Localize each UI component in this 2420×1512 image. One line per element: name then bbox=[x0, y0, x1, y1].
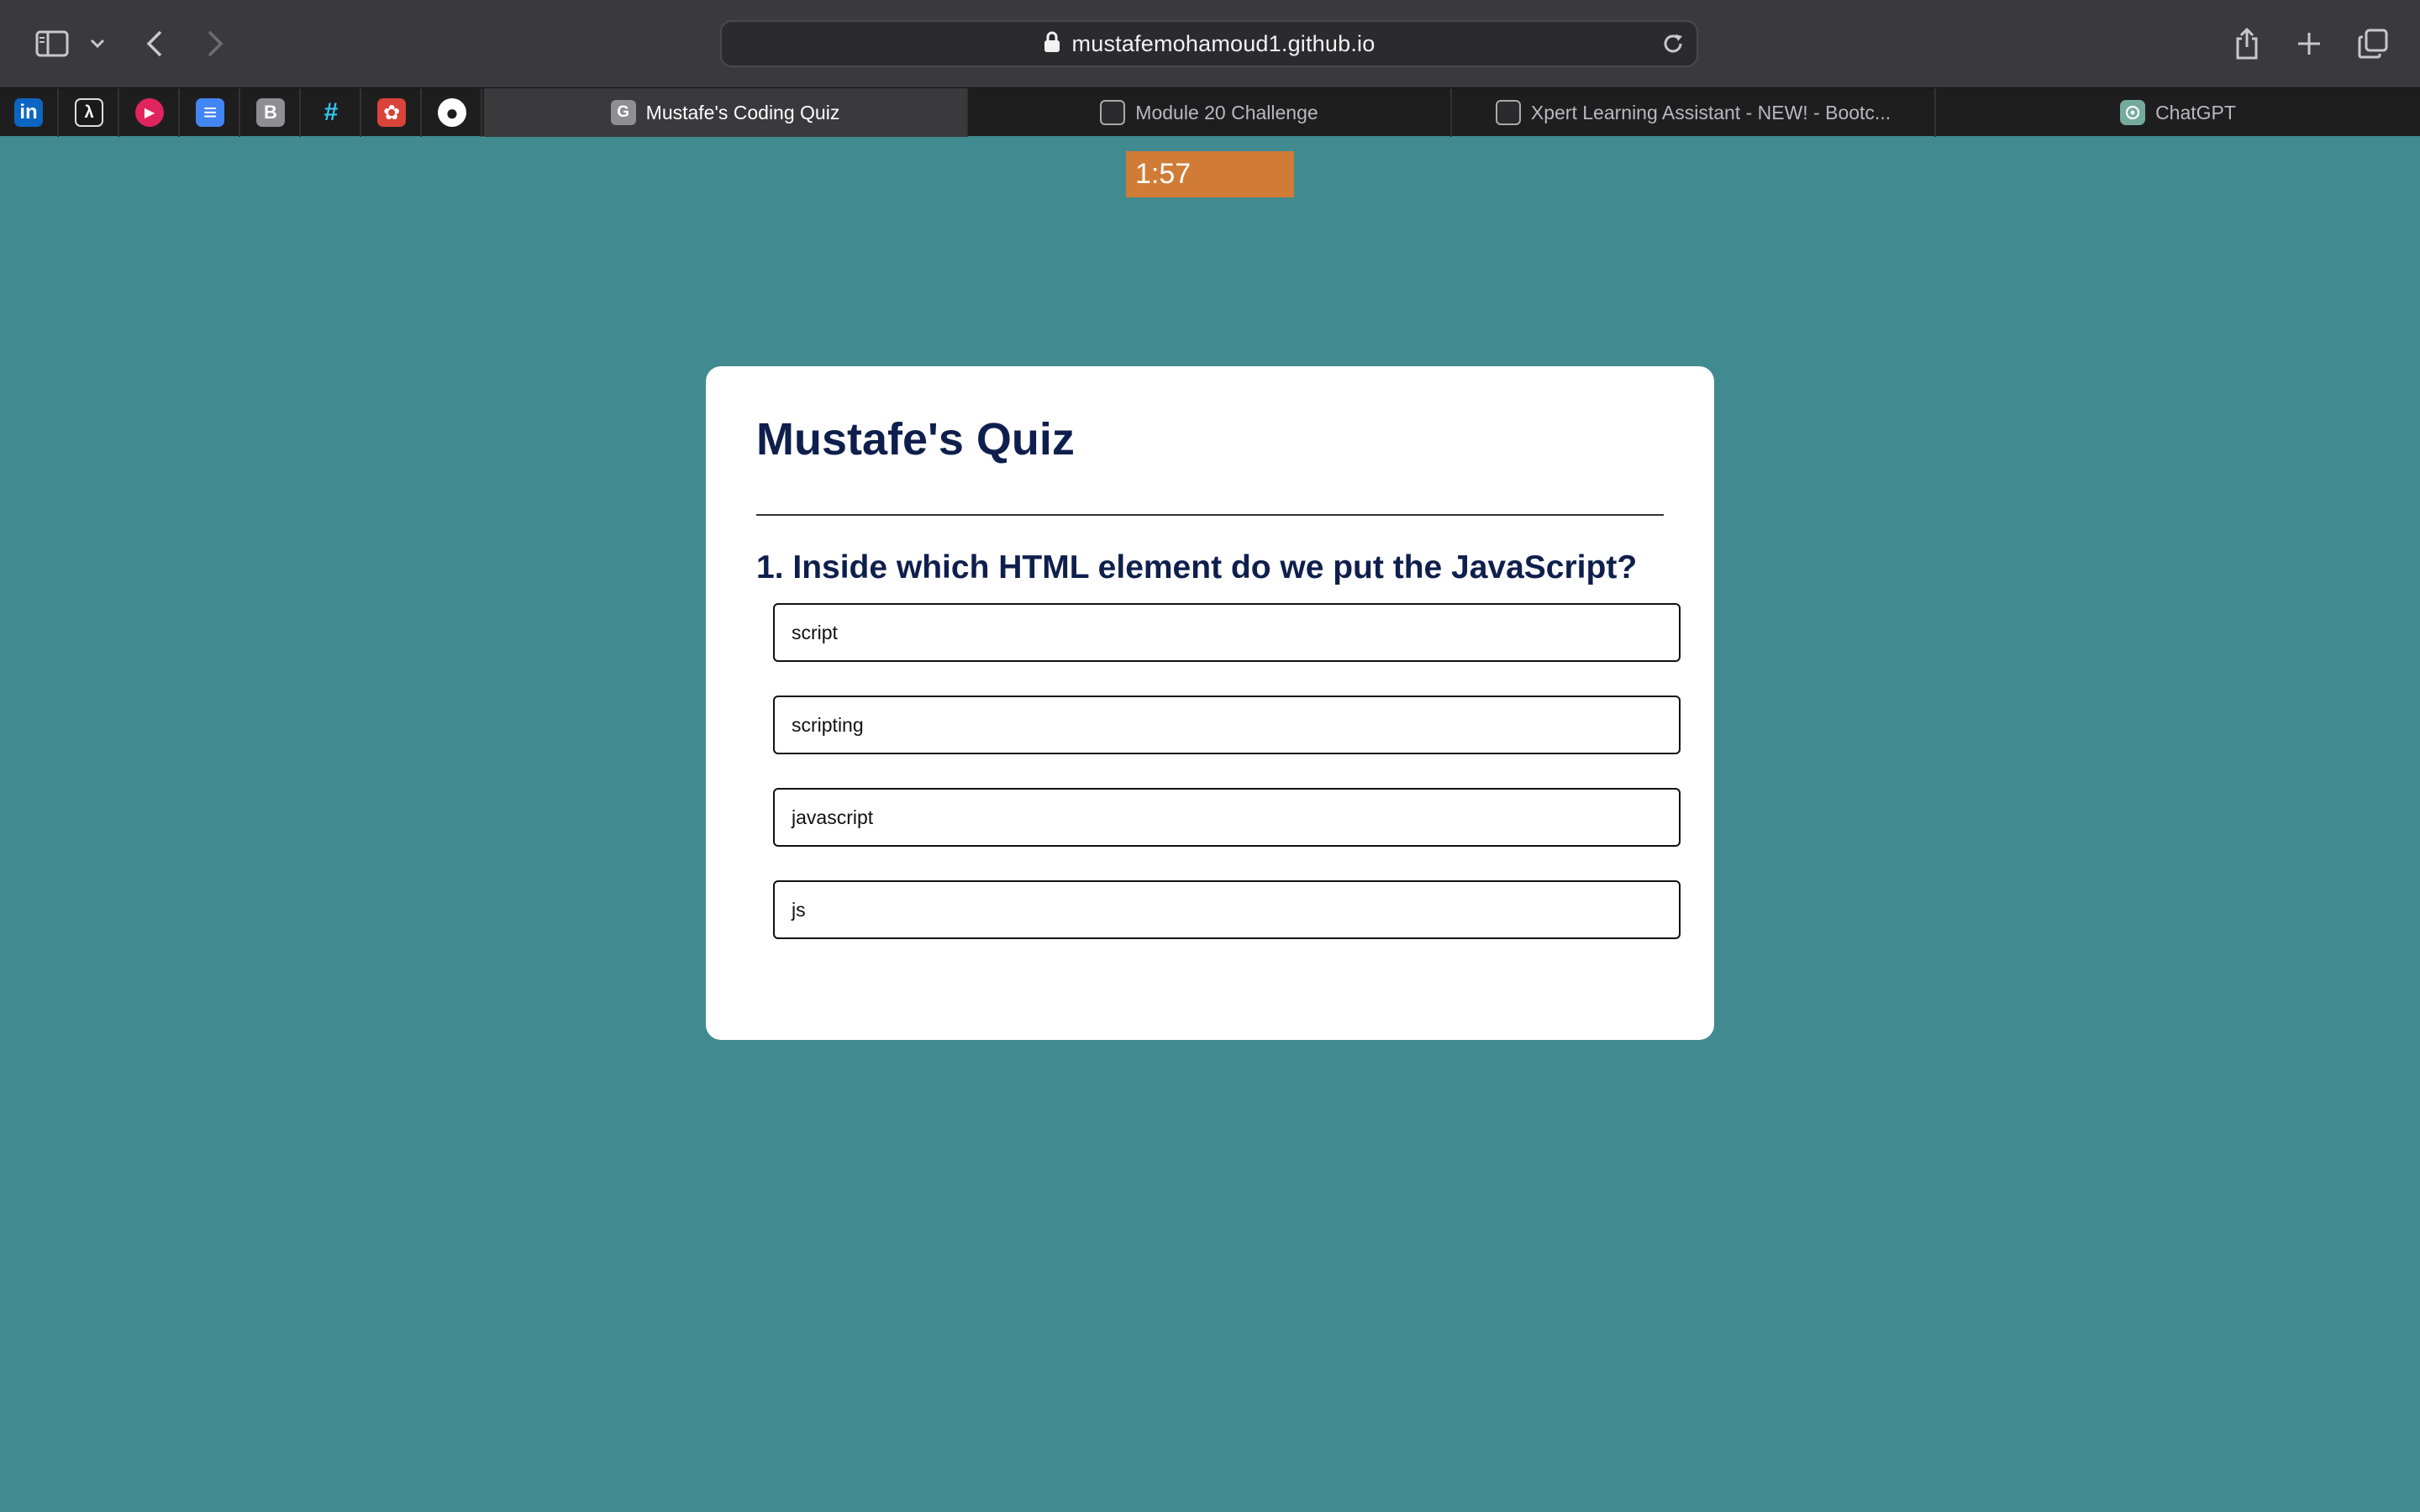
tab-title: Xpert Learning Assistant - NEW! - Bootc.… bbox=[1530, 101, 1891, 123]
tab-title: Module 20 Challenge bbox=[1135, 101, 1318, 123]
b-icon: B bbox=[256, 98, 285, 127]
pinned-tab-github[interactable]: ● bbox=[424, 88, 482, 137]
tab-bar: in λ ▶ ≡ B # ✿ ● G Mustafe's Coding Quiz… bbox=[0, 87, 2420, 137]
lock-icon bbox=[1044, 31, 1060, 57]
reload-icon[interactable] bbox=[1661, 32, 1685, 60]
media-play-icon: ▶ bbox=[135, 98, 164, 127]
address-bar[interactable]: mustafemohamoud1.github.io bbox=[720, 20, 1698, 67]
answer-button-4[interactable]: js bbox=[773, 880, 1681, 939]
pinned-tab-lambda[interactable]: λ bbox=[60, 88, 119, 137]
tab-chatgpt[interactable]: ChatGPT bbox=[1936, 88, 2420, 137]
forward-arrow-icon[interactable] bbox=[202, 27, 229, 60]
countdown-timer: 1:57 bbox=[1126, 151, 1294, 197]
url-text: mustafemohamoud1.github.io bbox=[1071, 30, 1376, 56]
browser-toolbar: mustafemohamoud1.github.io bbox=[0, 0, 2420, 87]
flower-app-icon: ✿ bbox=[377, 98, 406, 127]
tab-module-20[interactable]: Module 20 Challenge bbox=[968, 88, 1452, 137]
share-icon[interactable] bbox=[2232, 25, 2262, 62]
tab-overview-icon[interactable] bbox=[2356, 27, 2390, 60]
quiz-card: Mustafe's Quiz 1. Inside which HTML elem… bbox=[706, 366, 1714, 1040]
pinned-tab-media[interactable]: ▶ bbox=[121, 88, 180, 137]
slack-icon: # bbox=[317, 98, 345, 127]
chevron-down-icon[interactable] bbox=[87, 34, 108, 54]
tab-coding-quiz[interactable]: G Mustafe's Coding Quiz bbox=[484, 88, 968, 137]
tab-title: ChatGPT bbox=[2155, 101, 2236, 123]
quiz-title: Mustafe's Quiz bbox=[756, 414, 1075, 465]
pinned-tab-b[interactable]: B bbox=[242, 88, 301, 137]
answer-button-1[interactable]: script bbox=[773, 603, 1681, 662]
pinned-tab-flower[interactable]: ✿ bbox=[363, 88, 422, 137]
pinned-tab-slack[interactable]: # bbox=[302, 88, 361, 137]
back-arrow-icon[interactable] bbox=[141, 27, 168, 60]
github-icon: ● bbox=[438, 98, 466, 127]
answer-button-2[interactable]: scripting bbox=[773, 696, 1681, 754]
chatgpt-icon bbox=[2120, 100, 2146, 125]
pinned-tab-linkedin[interactable]: in bbox=[0, 88, 59, 137]
tab-favicon-g-icon: G bbox=[610, 100, 636, 125]
pinned-tab-docs[interactable]: ≡ bbox=[182, 88, 240, 137]
google-docs-icon: ≡ bbox=[196, 98, 224, 127]
tab-favicon-terminal-icon bbox=[1495, 100, 1521, 125]
tab-favicon-terminal-icon bbox=[1100, 100, 1126, 125]
answer-button-3[interactable]: javascript bbox=[773, 788, 1681, 847]
question-text: 1. Inside which HTML element do we put t… bbox=[756, 549, 1638, 585]
linkedin-icon: in bbox=[14, 98, 43, 127]
tab-xpert-assistant[interactable]: Xpert Learning Assistant - NEW! - Bootc.… bbox=[1452, 88, 1936, 137]
new-tab-plus-icon[interactable] bbox=[2294, 27, 2324, 60]
title-divider bbox=[756, 514, 1664, 516]
sidebar-toggle-icon[interactable] bbox=[34, 29, 71, 59]
aws-lambda-icon: λ bbox=[75, 98, 103, 127]
tab-title: Mustafe's Coding Quiz bbox=[645, 101, 840, 123]
